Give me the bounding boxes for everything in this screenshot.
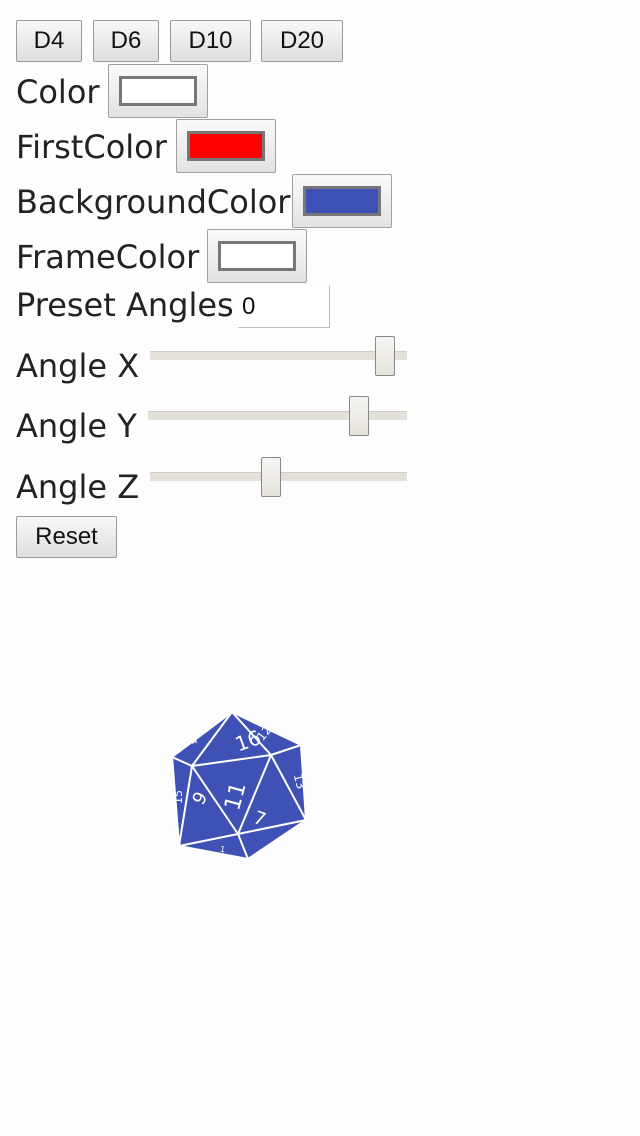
- background-color-label: BackgroundColor: [16, 183, 291, 221]
- d20-button[interactable]: D20: [261, 20, 343, 62]
- d20-die: 16 11 9 7 12 13 15 4 20 1: [170, 710, 308, 861]
- preset-angles-label: Preset Angles: [16, 286, 234, 324]
- frame-color-swatch: [218, 241, 296, 271]
- angle-z-slider[interactable]: [150, 457, 407, 497]
- die-number: 15: [172, 790, 185, 804]
- color-picker[interactable]: [108, 64, 208, 118]
- frame-color-label: FrameColor: [16, 238, 200, 276]
- preset-angles-input[interactable]: [238, 286, 330, 328]
- background-color-swatch: [303, 186, 381, 216]
- d6-button[interactable]: D6: [93, 20, 159, 62]
- die-number: 20: [274, 846, 287, 859]
- angle-x-thumb[interactable]: [375, 336, 395, 376]
- d10-button[interactable]: D10: [170, 20, 251, 62]
- angle-z-label: Angle Z: [16, 468, 140, 506]
- angle-z-thumb[interactable]: [261, 457, 281, 497]
- angle-x-label: Angle X: [16, 347, 140, 385]
- angle-y-slider[interactable]: [148, 396, 407, 436]
- color-swatch: [119, 76, 197, 106]
- angle-x-track: [150, 351, 407, 360]
- angle-y-label: Angle Y: [16, 407, 137, 445]
- angle-x-slider[interactable]: [150, 336, 407, 376]
- angle-y-thumb[interactable]: [349, 396, 369, 436]
- background-color-picker[interactable]: [292, 174, 392, 228]
- first-color-picker[interactable]: [176, 119, 276, 173]
- reset-button[interactable]: Reset: [16, 516, 117, 558]
- color-label: Color: [16, 73, 100, 111]
- first-color-swatch: [187, 131, 265, 161]
- frame-color-picker[interactable]: [207, 229, 307, 283]
- d4-button[interactable]: D4: [16, 20, 82, 62]
- first-color-label: FirstColor: [16, 128, 167, 166]
